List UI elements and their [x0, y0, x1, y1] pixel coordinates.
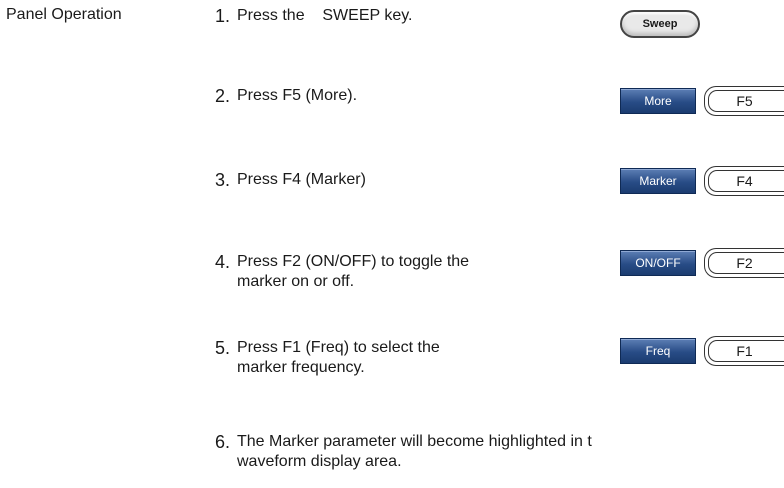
- more-softkey[interactable]: More: [620, 88, 696, 114]
- step-number: 5.: [215, 338, 231, 358]
- f5-key-label: F5: [736, 93, 753, 109]
- f4-key-label: F4: [736, 173, 753, 189]
- step-text-continued: marker on or off.: [237, 273, 355, 290]
- step-text: Press F5 (More).: [237, 87, 358, 104]
- f5-key-button[interactable]: F5: [704, 86, 784, 116]
- f2-key-label: F2: [736, 255, 753, 271]
- f1-key-button[interactable]: F1: [704, 336, 784, 366]
- step-text-continued: waveform display area.: [237, 453, 402, 470]
- sweep-key-button[interactable]: Sweep: [620, 10, 700, 38]
- step-number: 4.: [215, 252, 231, 272]
- step-text: Press the SWEEP key.: [237, 7, 413, 24]
- step-text: Press F1 (Freq) to select the: [237, 339, 440, 356]
- marker-softkey[interactable]: Marker: [620, 168, 696, 194]
- step-number: 6.: [215, 432, 231, 452]
- f2-key-button[interactable]: F2: [704, 248, 784, 278]
- step-number: 2.: [215, 86, 231, 106]
- step-text: Press F2 (ON/OFF) to toggle the: [237, 253, 470, 270]
- f1-key-label: F1: [736, 343, 753, 359]
- f4-key-button[interactable]: F4: [704, 166, 784, 196]
- section-label: Panel Operation: [6, 6, 122, 23]
- step-text-continued: marker frequency.: [237, 359, 365, 376]
- step-number: 3.: [215, 170, 231, 190]
- step-text: Press F4 (Marker): [237, 171, 366, 188]
- step-number: 1.: [215, 6, 231, 26]
- step-text: The Marker parameter will become highlig…: [237, 433, 592, 450]
- freq-softkey[interactable]: Freq: [620, 338, 696, 364]
- onoff-softkey[interactable]: ON/OFF: [620, 250, 696, 276]
